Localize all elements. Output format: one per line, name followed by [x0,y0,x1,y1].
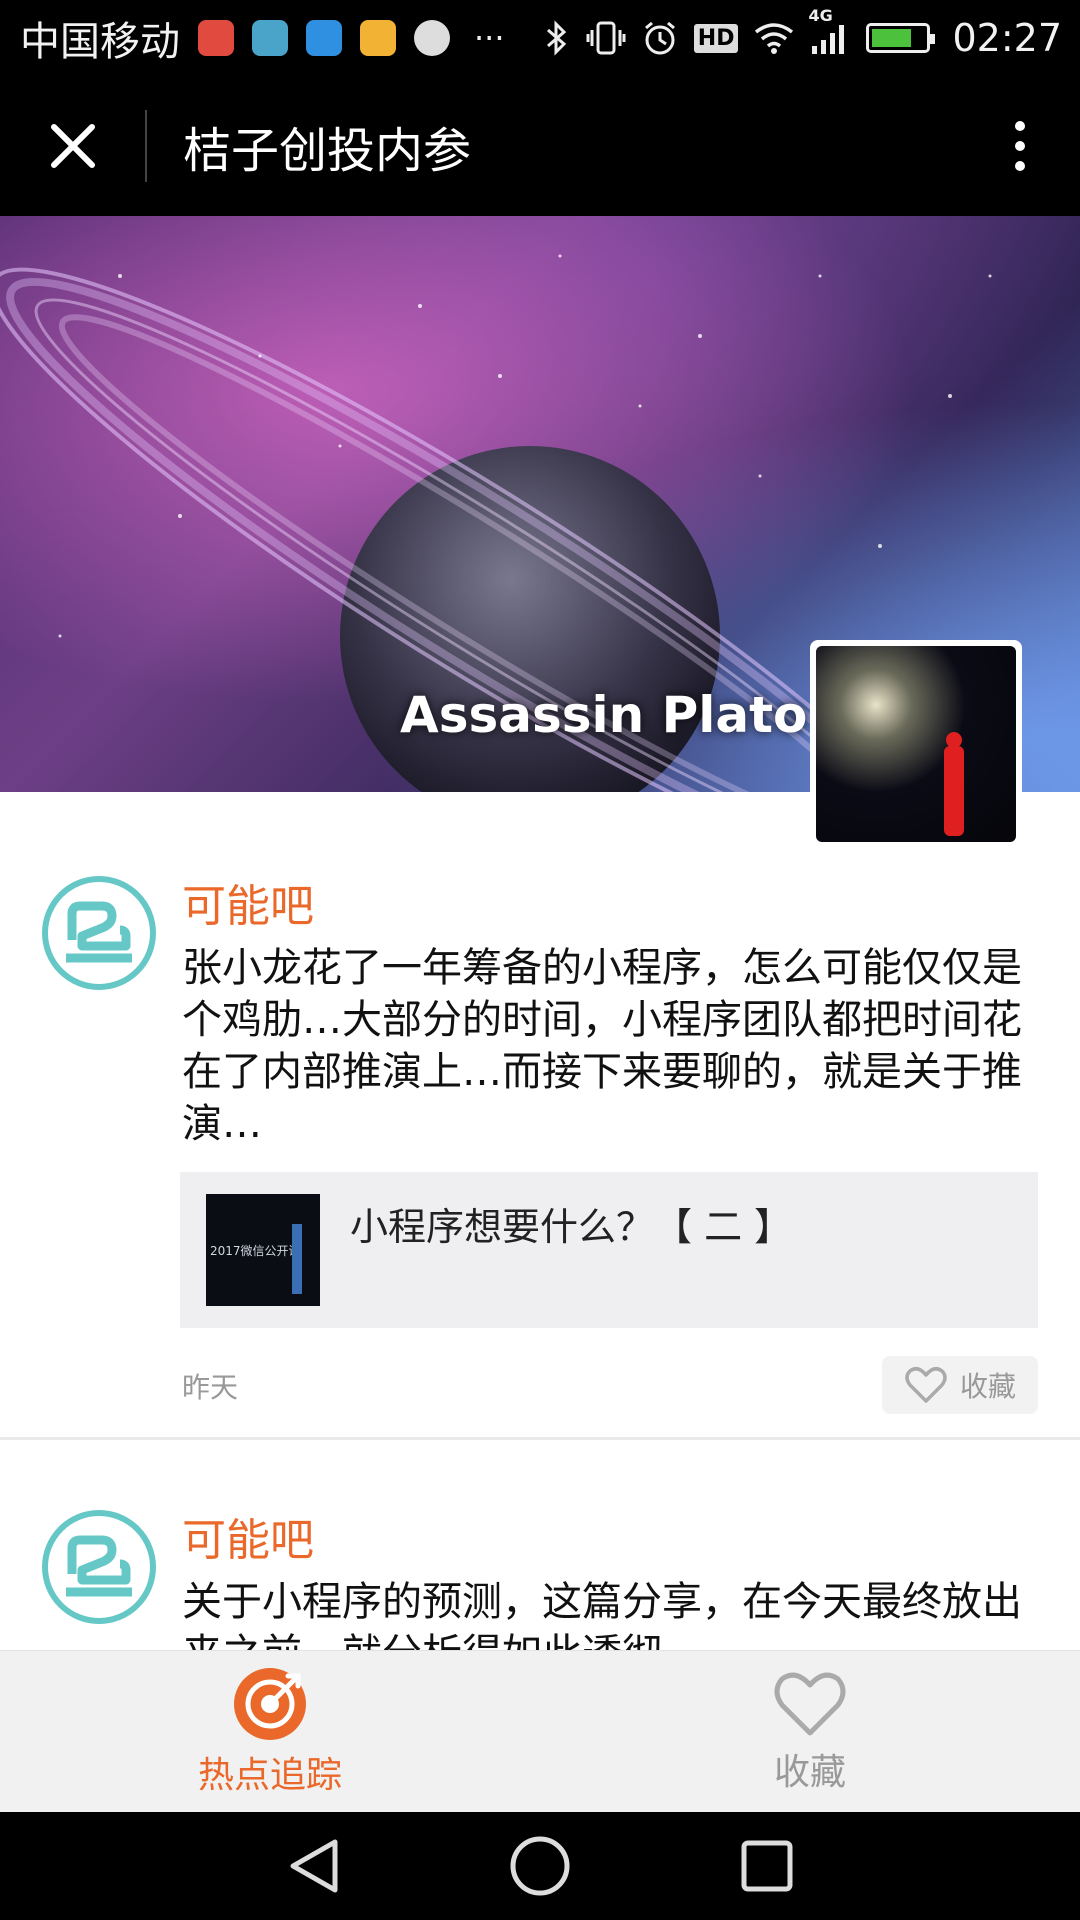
title-divider [145,110,147,182]
speaker-figure [292,1224,302,1294]
message-app-icon [306,20,342,56]
favorite-label: 收藏 [959,1370,1016,1403]
more-notifications-icon: ··· [474,19,505,57]
signal-icon: 4G [808,6,850,56]
performer-figure [944,746,964,836]
system-nav-bar [0,1812,1080,1920]
thumbnail-caption: 2017微信公开课 [210,1244,301,1258]
article-feed: 可能吧 张小龙花了一年筹备的小程序，怎么可能仅仅是个鸡肋…大部分的时间，小程序团… [0,792,1080,1650]
back-button[interactable] [278,1831,348,1901]
recents-button[interactable] [732,1831,802,1901]
notification-icons: ··· [198,19,505,57]
title-bar: 桔子创投内参 [0,76,1080,216]
close-button[interactable] [0,76,145,216]
hd-badge: HD [693,23,739,53]
home-button[interactable] [505,1831,575,1901]
post-body[interactable]: 张小龙花了一年筹备的小程序，怎么可能仅仅是个鸡肋…大部分的时间，小程序团队都把时… [182,942,1032,1150]
favorite-button[interactable]: 收藏 [882,1356,1038,1414]
article-link-card[interactable]: 2017微信公开课 小程序想要什么？【 二 】 [180,1172,1038,1328]
profile-photo[interactable] [810,640,1022,848]
network-type-label: 4G [808,6,833,25]
avatar-app-icon [414,20,450,56]
article-title: 小程序想要什么？【 二 】 [350,1205,793,1249]
status-bar: 中国移动 ··· HD 4G 02:27 [0,0,1080,76]
author-avatar[interactable] [42,876,156,990]
carrier-name: 中国移动 [20,19,180,65]
close-icon [50,124,95,168]
post-body[interactable]: 关于小程序的预测，这篇分享，在今天最终放出来之前，就分析得如此透彻… [182,1576,1032,1650]
post-author[interactable]: 可能吧 [182,1504,314,1568]
author-logo-icon [66,1535,132,1597]
system-icons: HD 4G 02:27 [544,6,1062,60]
article-thumbnail: 2017微信公开课 [206,1194,320,1306]
more-dot-icon [1015,121,1025,131]
author-logo-icon [66,901,132,963]
more-dot-icon [1015,141,1025,151]
feed-item[interactable]: 可能吧 关于小程序的预测，这篇分享，在今天最终放出来之前，就分析得如此透彻… [0,1440,1080,1650]
profile-photo-image [816,646,1016,842]
back-triangle-icon [290,1839,338,1893]
bottom-tab-bar: 热点追踪 收藏 [0,1650,1080,1812]
post-timestamp: 昨天 [182,1371,239,1404]
weibo-app-icon [360,20,396,56]
profile-name: Assassin Plato [400,686,808,744]
android-app-icon [252,20,288,56]
vibrate-icon [586,20,626,56]
battery-icon [866,23,936,53]
tab-label: 热点追踪 [197,1754,342,1796]
alarm-icon [642,20,678,56]
feed-item[interactable]: 可能吧 张小龙花了一年筹备的小程序，怎么可能仅仅是个鸡肋…大部分的时间，小程序团… [0,792,1080,1440]
tab-hot-tracking[interactable]: 热点追踪 [0,1651,540,1812]
bluetooth-icon [544,20,570,56]
more-options-button[interactable] [960,76,1080,216]
page-title: 桔子创投内参 [183,123,472,179]
author-avatar[interactable] [42,1510,156,1624]
home-circle-icon [510,1836,570,1896]
tab-favorites[interactable]: 收藏 [540,1651,1080,1812]
wifi-icon [754,22,794,54]
more-dot-icon [1015,161,1025,171]
music-app-icon [198,20,234,56]
tab-label: 收藏 [773,1751,846,1793]
recents-square-icon [741,1840,793,1892]
clock: 02:27 [952,16,1062,60]
heart-icon [774,1672,846,1735]
post-author[interactable]: 可能吧 [182,870,314,934]
target-icon [234,1667,306,1740]
heart-icon [905,1367,947,1403]
